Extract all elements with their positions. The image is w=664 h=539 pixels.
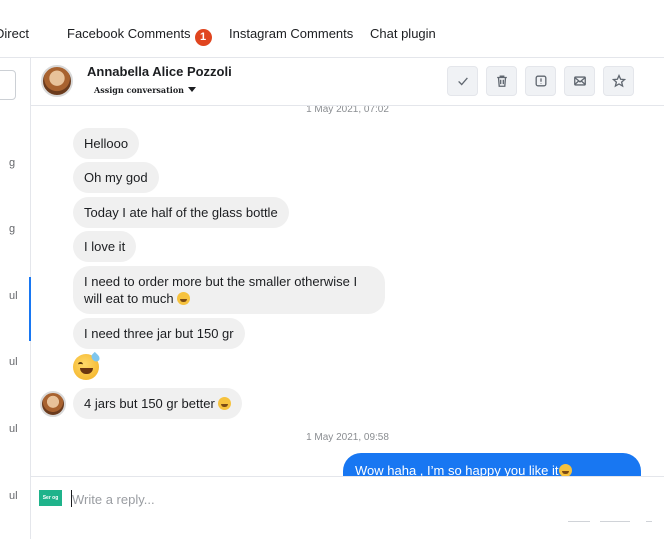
envelope-icon [573, 76, 586, 86]
list-item[interactable]: ul [9, 356, 18, 368]
message-bubble: I need to order more but the smaller oth… [73, 266, 385, 314]
mark-unread-button[interactable] [564, 66, 595, 96]
report-spam-button[interactable] [525, 66, 556, 96]
conversation-actions [447, 66, 634, 96]
message-bubble: Oh my god [73, 162, 159, 193]
divider [646, 521, 652, 522]
avatar[interactable] [41, 65, 73, 97]
list-item[interactable]: ul [9, 290, 18, 302]
conversation-header: Annabella Alice Pozzoli Assign conversat… [31, 58, 664, 106]
reply-composer: Ser og [31, 476, 664, 521]
list-item[interactable]: g [9, 157, 15, 169]
list-item[interactable]: g [9, 223, 15, 235]
avatar[interactable] [40, 391, 66, 417]
tab-chat-plugin[interactable]: Chat plugin [370, 26, 436, 41]
inbox-app: Direct Facebook Comments1 Instagram Comm… [0, 0, 664, 539]
mark-done-button[interactable] [447, 66, 478, 96]
message-text: Wow haha , I’m so happy you like it [355, 463, 559, 476]
channel-tabs: Direct Facebook Comments1 Instagram Comm… [0, 0, 664, 58]
trash-icon [496, 75, 507, 87]
reply-input[interactable] [72, 487, 632, 511]
unread-badge: 1 [194, 29, 212, 46]
timestamp: 1 May 2021, 07:02 [306, 106, 389, 115]
divider [600, 521, 630, 522]
list-item[interactable]: ul [9, 490, 18, 502]
grinning-sweat-emoji [218, 397, 232, 410]
tab-instagram-comments[interactable]: Instagram Comments [229, 26, 353, 41]
message-text: I need to order more but the smaller oth… [84, 274, 358, 306]
page-logo: Ser og [39, 490, 62, 506]
list-search-input[interactable] [0, 70, 16, 100]
assign-conversation-dropdown[interactable]: Assign conversation [94, 85, 196, 95]
outgoing-message-bubble: Wow haha , I’m so happy you like it [343, 453, 641, 476]
tab-direct[interactable]: Direct [0, 26, 29, 41]
star-icon [611, 74, 626, 88]
conversation-list: g g ul ul ul ul [0, 58, 31, 539]
message-text: 4 jars but 150 gr better [84, 396, 215, 411]
grinning-sweat-emoji [177, 292, 191, 305]
check-icon [457, 77, 468, 86]
delete-button[interactable] [486, 66, 517, 96]
message-bubble: I need three jar but 150 gr [73, 318, 245, 349]
contact-name: Annabella Alice Pozzoli [87, 64, 232, 79]
message-thread: 1 May 2021, 07:02 Hellooo Oh my god Toda… [31, 106, 664, 476]
message-bubble: Today I ate half of the glass bottle [73, 197, 289, 228]
list-item[interactable]: ul [9, 423, 18, 435]
message-bubble: Hellooo [73, 128, 140, 159]
message-bubble: 4 jars but 150 gr better [73, 388, 243, 419]
assign-conversation-label: Assign conversation [94, 85, 184, 95]
grinning-sweat-emoji [558, 464, 572, 476]
caret-down-icon [188, 87, 196, 92]
tab-facebook-comments[interactable]: Facebook Comments 1 [67, 26, 212, 46]
message-bubble: I love it [73, 231, 137, 262]
tab-facebook-comments-label: Facebook Comments [67, 26, 191, 41]
spam-icon [535, 75, 546, 87]
star-button[interactable] [603, 66, 634, 96]
timestamp: 1 May 2021, 09:58 [306, 432, 389, 443]
divider [568, 521, 590, 522]
